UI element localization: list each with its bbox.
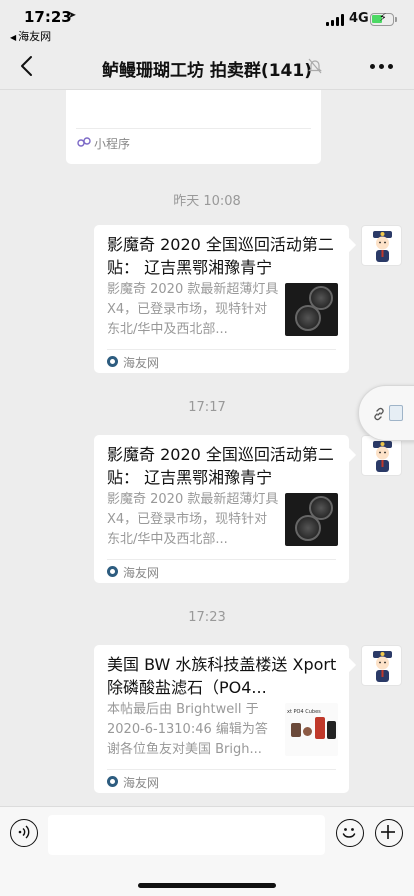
link-icon [374,407,384,421]
floating-window-button[interactable] [358,385,414,441]
chat-header: 鲈鳗珊瑚工坊 拍卖群(141) [0,44,414,90]
voice-icon[interactable] [10,819,38,847]
mini-program-card[interactable]: 小程序 [66,90,321,164]
divider [107,559,336,560]
signal-icon [326,14,344,26]
shared-link-card[interactable]: 影魔奇 2020 全国巡回活动第二贴： 辽吉黑鄂湘豫青宁 影魔奇 2020 款最… [94,435,349,583]
source-logo-icon [107,566,118,577]
mini-program-icon [77,137,91,147]
card-thumbnail [285,283,338,336]
emoji-icon[interactable] [336,819,364,847]
back-app-label: 海友网 [18,30,52,43]
message-list[interactable]: 小程序 昨天 10:08 影魔奇 2020 全国巡回活动第二贴： 辽吉黑鄂湘豫青… [0,90,414,806]
back-triangle-icon: ◀ [10,33,17,42]
police-avatar-icon [373,651,392,682]
status-bar: 17:23 ➤ ◀ 海友网 4G ⚡ [0,0,414,44]
plus-icon[interactable] [375,819,403,847]
page-thumbnail-icon [389,405,403,421]
location-arrow-icon: ➤ [68,10,77,21]
avatar[interactable] [361,225,402,266]
card-title: 影魔奇 2020 全国巡回活动第二贴： 辽吉黑鄂湘豫青宁 [107,445,334,487]
thumbnail-caption: xt PO4 Cubes [287,709,321,715]
shared-link-card[interactable]: 美国 BW 水族科技盖楼送 Xport 除磷酸盐滤石（PO4... 本帖最后由 … [94,645,349,793]
divider [107,349,336,350]
home-indicator [138,883,276,888]
police-avatar-icon [373,441,392,472]
card-thumbnail: xt PO4 Cubes [285,703,338,756]
police-avatar-icon [373,231,392,262]
mini-program-label: 小程序 [94,137,131,151]
card-thumbnail [285,493,338,546]
message-input[interactable] [48,815,325,855]
timestamp: 昨天 10:08 [173,194,241,209]
shared-link-card[interactable]: 影魔奇 2020 全国巡回活动第二贴： 辽吉黑鄂湘豫青宁 影魔奇 2020 款最… [94,225,349,373]
avatar[interactable] [361,435,402,476]
divider [107,769,336,770]
card-source: 海友网 [123,776,160,790]
timestamp: 17:17 [188,400,226,415]
source-logo-icon [107,356,118,367]
card-source: 海友网 [123,566,160,580]
timestamp: 17:23 [188,610,226,625]
bell-muted-icon [308,58,322,74]
source-logo-icon [107,776,118,787]
card-title: 美国 BW 水族科技盖楼送 Xport 除磷酸盐滤石（PO4... [107,655,337,697]
avatar[interactable] [361,645,402,686]
card-description: 影魔奇 2020 款最新超薄灯具 X4，已登录市场，现特针对东北/华中及西北部.… [107,282,279,337]
card-description: 本帖最后由 Brightwell 于 2020-6-1310:46 编辑为答谢各… [107,702,268,757]
status-time: 17:23 [24,8,72,26]
input-bar [0,806,414,896]
card-title: 影魔奇 2020 全国巡回活动第二贴： 辽吉黑鄂湘豫青宁 [107,235,334,277]
back-to-app-link[interactable]: ◀ 海友网 [10,28,51,44]
card-source: 海友网 [123,356,160,370]
chat-title: 鲈鳗珊瑚工坊 拍卖群(141) [102,61,312,81]
battery-icon: ⚡ [370,11,394,26]
divider [76,128,311,129]
network-type: 4G [349,11,369,26]
battery-tip [395,17,397,22]
card-description: 影魔奇 2020 款最新超薄灯具 X4，已登录市场，现特针对东北/华中及西北部.… [107,492,279,547]
more-dots-icon[interactable] [370,64,394,70]
